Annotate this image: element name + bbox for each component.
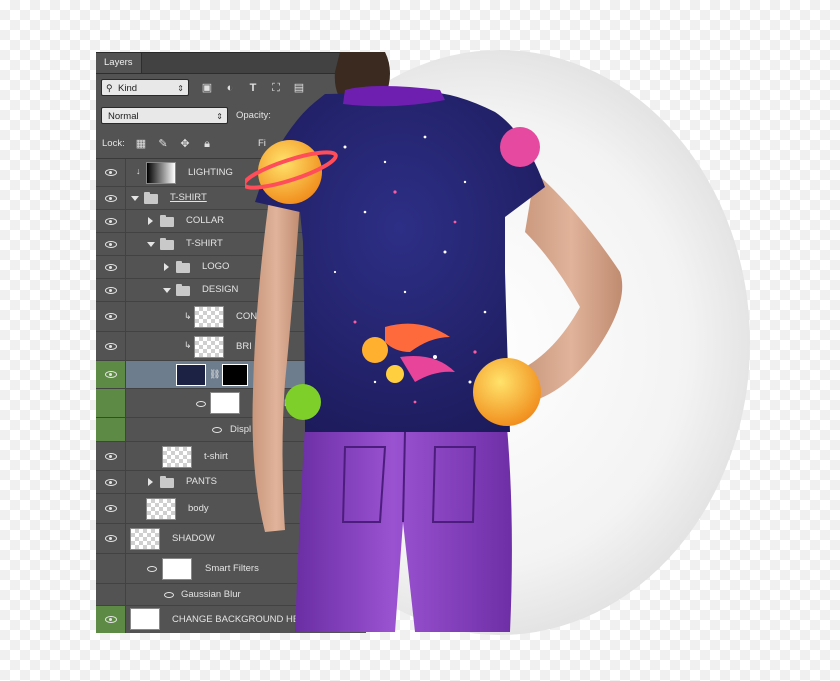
visibility-toggle[interactable] <box>96 187 126 209</box>
layer-name: Gaussian Blur <box>181 589 241 600</box>
layer-thumbnail <box>146 162 176 184</box>
clip-arrow-icon: ↓ <box>136 166 141 176</box>
chevron-right-icon[interactable] <box>148 217 153 225</box>
folder-icon <box>144 192 158 204</box>
layer-thumbnail <box>176 364 206 386</box>
layer-name: T-SHIRT <box>170 192 207 203</box>
visibility-toggle[interactable] <box>96 494 126 523</box>
visibility-toggle[interactable] <box>96 471 126 493</box>
layer-name: COLLAR <box>186 215 225 226</box>
pixel-filter-icon[interactable]: ▣ <box>200 81 214 95</box>
layer-thumbnail <box>162 446 192 468</box>
visibility-toggle[interactable] <box>96 418 126 441</box>
filter-mask-thumbnail <box>162 558 192 580</box>
layer-name: LIGHTING <box>188 167 233 178</box>
clip-arrow-icon: ↳ <box>184 340 192 350</box>
layer-thumbnail <box>146 498 176 520</box>
folder-icon <box>160 238 174 250</box>
eye-icon <box>105 169 117 176</box>
blend-mode-select[interactable]: Normal ⇕ <box>101 107 228 124</box>
chevron-updown-icon: ⇕ <box>177 84 184 93</box>
eye-icon <box>105 241 117 248</box>
filter-mask-thumbnail <box>210 392 240 414</box>
layer-name: SHADOW <box>172 533 215 544</box>
eye-icon <box>105 195 117 202</box>
lock-brush-icon[interactable]: ✎ <box>156 137 170 151</box>
lock-position-icon[interactable]: ✥ <box>178 137 192 151</box>
visibility-toggle[interactable] <box>96 361 126 388</box>
filter-kind-value: Kind <box>118 83 138 94</box>
eye-icon <box>105 505 117 512</box>
eye-icon[interactable] <box>212 427 222 433</box>
chevron-updown-icon: ⇕ <box>216 112 223 121</box>
eye-icon <box>105 264 117 271</box>
lock-transparent-icon[interactable]: ▦ <box>134 137 148 151</box>
eye-icon <box>105 218 117 225</box>
link-icon: ⛓ <box>209 369 221 379</box>
chevron-right-icon[interactable] <box>164 263 169 271</box>
blend-mode-value: Normal <box>108 111 139 122</box>
folder-icon <box>176 284 190 296</box>
visibility-toggle[interactable] <box>96 279 126 301</box>
lock-all-icon[interactable]: 🔒︎ <box>200 137 214 151</box>
layer-thumbnail <box>130 608 160 630</box>
layer-name: t-shirt <box>204 451 228 462</box>
eye-icon <box>105 535 117 542</box>
layer-name: body <box>188 503 209 514</box>
eye-icon <box>105 287 117 294</box>
planet-green <box>285 384 321 420</box>
lock-label: Lock: <box>102 138 125 149</box>
visibility-toggle[interactable] <box>96 584 126 605</box>
eye-icon[interactable] <box>147 566 157 572</box>
visibility-toggle[interactable] <box>96 389 126 417</box>
visibility-toggle[interactable] <box>96 302 126 331</box>
visibility-toggle[interactable] <box>96 210 126 232</box>
chevron-right-icon[interactable] <box>148 478 153 486</box>
eye-icon <box>105 371 117 378</box>
visibility-toggle[interactable] <box>96 524 126 553</box>
filter-kind-select[interactable]: ⚲ Kind ⇕ <box>101 79 189 96</box>
visibility-toggle[interactable] <box>96 233 126 255</box>
eye-icon[interactable] <box>196 401 206 407</box>
adjustment-filter-icon[interactable]: ◐ <box>223 81 237 95</box>
planet-pink <box>500 127 540 167</box>
eye-icon <box>105 313 117 320</box>
layer-thumbnail <box>130 528 160 550</box>
model-photo <box>245 52 623 632</box>
planet-right <box>473 358 541 426</box>
eye-icon <box>105 616 117 623</box>
chevron-down-icon[interactable] <box>163 288 171 293</box>
search-icon: ⚲ <box>106 83 113 93</box>
layer-thumbnail <box>194 336 224 358</box>
folder-icon <box>160 476 174 488</box>
visibility-toggle[interactable] <box>96 442 126 470</box>
visibility-toggle[interactable] <box>96 256 126 278</box>
visibility-toggle[interactable] <box>96 332 126 360</box>
layer-name: DESIGN <box>202 284 239 295</box>
chevron-down-icon[interactable] <box>147 242 155 247</box>
visibility-toggle[interactable] <box>96 159 126 186</box>
layer-name: LOGO <box>202 261 230 272</box>
eye-icon[interactable] <box>164 592 174 598</box>
eye-icon <box>105 479 117 486</box>
chevron-down-icon[interactable] <box>131 196 139 201</box>
clip-arrow-icon: ↳ <box>184 311 192 321</box>
left-arm <box>252 192 300 532</box>
tab-layers[interactable]: Layers <box>96 53 142 73</box>
layer-thumbnail <box>194 306 224 328</box>
eye-icon <box>105 453 117 460</box>
folder-icon <box>176 261 190 273</box>
layer-name: T-SHIRT <box>186 238 223 249</box>
layer-name: PANTS <box>186 476 217 487</box>
folder-icon <box>160 215 174 227</box>
visibility-toggle[interactable] <box>96 554 126 583</box>
right-arm <box>520 172 623 402</box>
visibility-toggle[interactable] <box>96 606 126 633</box>
eye-icon <box>105 343 117 350</box>
